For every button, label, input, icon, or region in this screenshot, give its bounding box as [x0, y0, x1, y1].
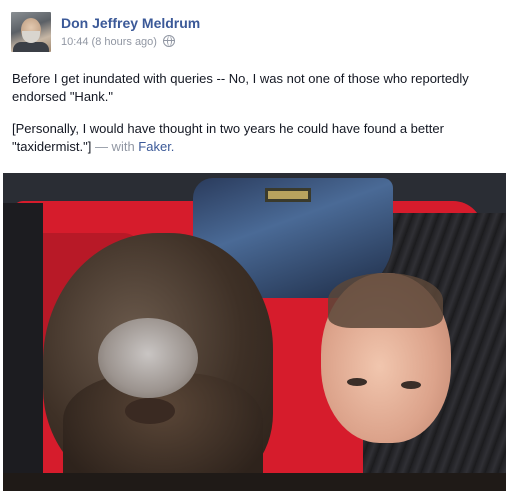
tagged-friend-link[interactable]: Faker. [138, 139, 174, 154]
with-label: — with [94, 139, 135, 154]
post-paragraph-2-text: [Personally, I would have thought in two… [12, 121, 444, 154]
author-avatar[interactable] [11, 12, 51, 52]
post-relative-time[interactable]: (8 hours ago) [92, 36, 157, 48]
author-name-link[interactable]: Don Jeffrey Meldrum [61, 15, 200, 31]
globe-icon[interactable] [162, 35, 175, 47]
post-paragraph-2: [Personally, I would have thought in two… [12, 120, 492, 156]
post-body: Before I get inundated with queries -- N… [12, 70, 492, 170]
post-timestamp[interactable]: 10:44 [61, 36, 89, 48]
post-paragraph-1: Before I get inundated with queries -- N… [12, 71, 469, 104]
facebook-post: Don Jeffrey Meldrum 10:44 (8 hours ago) B… [0, 0, 508, 491]
post-meta: 10:44 (8 hours ago) [61, 35, 175, 48]
post-photo[interactable] [3, 173, 506, 491]
